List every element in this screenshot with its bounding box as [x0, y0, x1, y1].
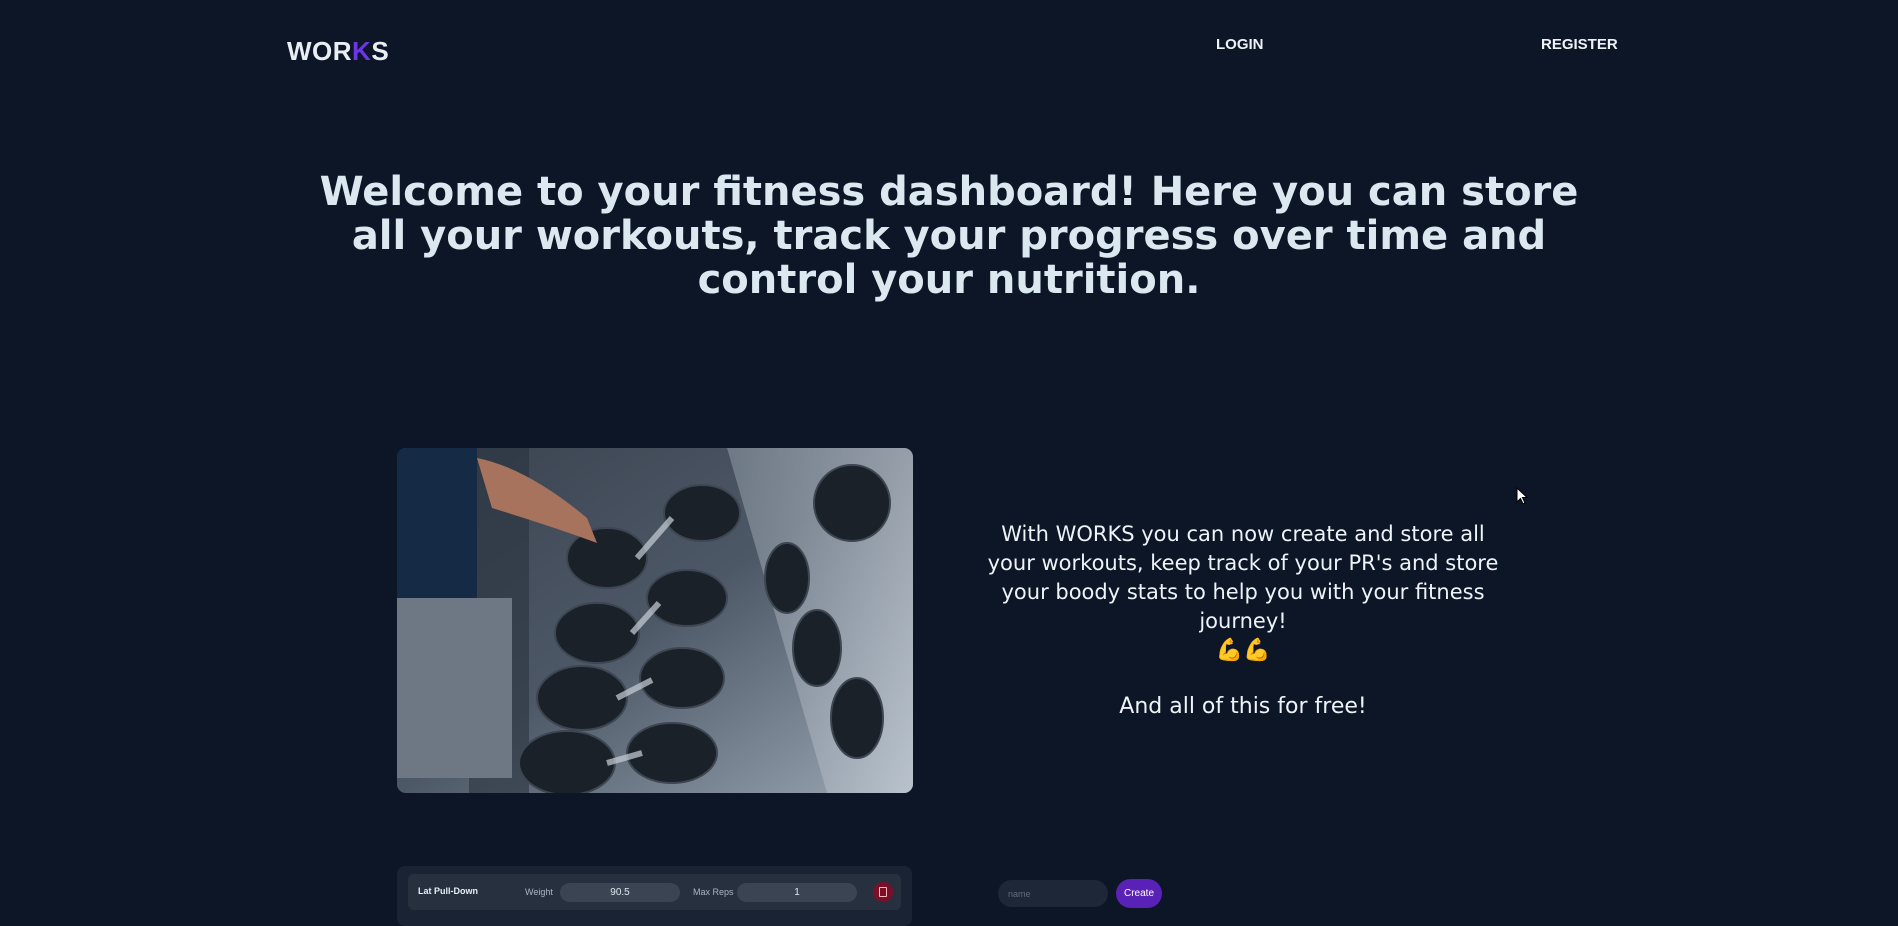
max-reps-label: Max Reps — [693, 887, 734, 897]
hero-heading: Welcome to your fitness dashboard! Here … — [319, 169, 1579, 303]
create-button[interactable]: Create — [1116, 879, 1162, 908]
dumbbell-rack-illustration — [397, 448, 913, 793]
works-logo[interactable]: WORKS — [287, 36, 389, 67]
max-reps-input[interactable]: 1 — [737, 883, 857, 902]
exercise-row: Lat Pull-Down Weight 90.5 Max Reps 1 — [408, 874, 901, 910]
weight-input[interactable]: 90.5 — [560, 883, 680, 902]
promo-text: With WORKS you can now create and store … — [975, 520, 1511, 721]
weight-label: Weight — [525, 887, 553, 897]
logo-accent: K — [352, 36, 372, 66]
trash-icon — [879, 887, 887, 897]
logo-suffix: S — [371, 36, 390, 66]
workout-preview-card: Lat Pull-Down Weight 90.5 Max Reps 1 — [397, 866, 912, 926]
promo-tagline: And all of this for free! — [1119, 694, 1367, 719]
delete-exercise-button[interactable] — [873, 882, 893, 902]
register-link[interactable]: REGISTER — [1541, 36, 1618, 53]
promo-description: With WORKS you can now create and store … — [987, 522, 1499, 633]
exercise-name: Lat Pull-Down — [418, 886, 478, 896]
mouse-cursor-icon — [1516, 487, 1529, 505]
login-link[interactable]: LOGIN — [1216, 36, 1264, 53]
flexed-biceps-icon: 💪💪 — [1215, 638, 1271, 663]
gym-photo — [397, 448, 913, 793]
logo-prefix: WOR — [287, 36, 353, 66]
workout-name-input[interactable] — [998, 880, 1108, 907]
